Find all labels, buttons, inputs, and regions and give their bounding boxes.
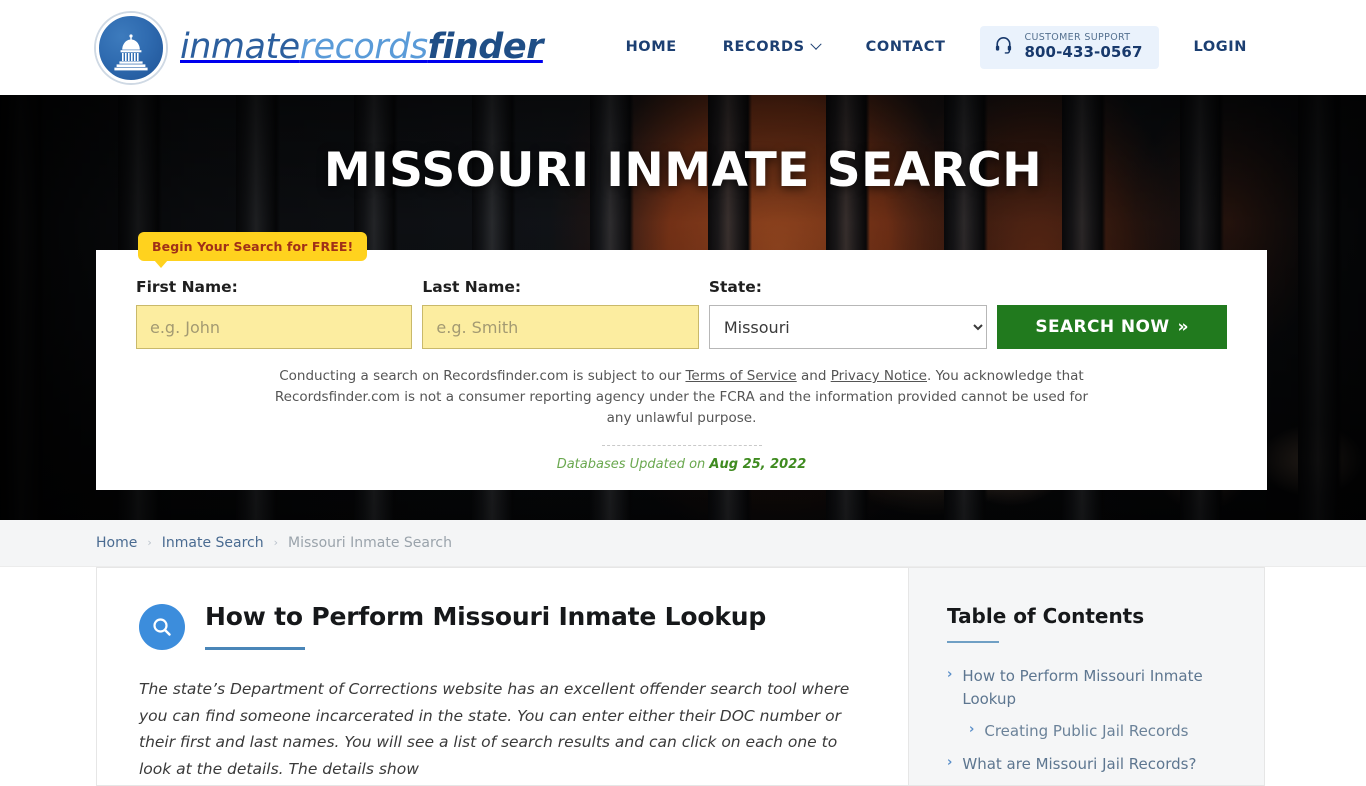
toc-link-how-to-perform-missouri-inmate-lookup[interactable]: How to Perform Missouri Inmate Lookup — [962, 665, 1234, 710]
capitol-dome-icon — [96, 12, 166, 83]
search-form-card: Begin Your Search for FREE! First Name: … — [96, 232, 1267, 490]
search-disclaimer: Conducting a search on Recordsfinder.com… — [272, 366, 1092, 429]
logo-part-inmate: inmate — [180, 27, 300, 67]
main-navigation: HOME RECORDS CONTACT CUSTOMER SUPPORT 80… — [603, 26, 1270, 69]
search-now-button[interactable]: SEARCH NOW » — [997, 305, 1227, 349]
toc-link-what-are-missouri-jail-records[interactable]: What are Missouri Jail Records? — [962, 753, 1196, 776]
article-header: How to Perform Missouri Inmate Lookup — [139, 602, 870, 650]
free-search-badge: Begin Your Search for FREE! — [138, 232, 368, 268]
content-area: How to Perform Missouri Inmate Lookup Th… — [0, 567, 1366, 786]
first-name-input[interactable] — [136, 305, 413, 349]
title-underline — [205, 647, 305, 650]
double-chevron-right-icon: » — [1177, 317, 1189, 337]
state-field-group: State: Missouri — [708, 278, 988, 349]
article-title-block: How to Perform Missouri Inmate Lookup — [205, 602, 766, 650]
toc-item[interactable]: › How to Perform Missouri Inmate Lookup — [947, 665, 1234, 710]
disclaimer-text-mid: and — [796, 368, 831, 384]
divider — [601, 444, 762, 446]
breadcrumb-item-current: Missouri Inmate Search — [288, 535, 452, 551]
nav-item-records[interactable]: RECORDS — [700, 38, 843, 56]
table-of-contents-title: Table of Contents — [947, 604, 1145, 628]
site-header: inmaterecordsfinder HOME RECORDS CONTACT… — [0, 0, 1366, 95]
first-name-label: First Name: — [136, 278, 238, 296]
logo-link[interactable]: inmaterecordsfinder — [96, 12, 543, 83]
logo-wordmark: inmaterecordsfinder — [180, 30, 543, 65]
updated-prefix: Databases Updated on — [556, 456, 706, 472]
breadcrumb-separator-icon: › — [273, 535, 279, 549]
chevron-right-icon: › — [947, 754, 953, 770]
last-name-label: Last Name: — [422, 278, 522, 296]
terms-of-service-link[interactable]: Terms of Service — [685, 368, 796, 384]
toc-item[interactable]: › What are Missouri Jail Records? — [947, 753, 1234, 776]
breadcrumb-item-inmate-search[interactable]: Inmate Search — [162, 535, 264, 551]
chevron-right-icon: › — [969, 722, 975, 737]
nav-label-home: HOME — [625, 39, 677, 56]
state-label: State: — [708, 278, 762, 296]
headset-icon — [994, 35, 1013, 58]
state-select[interactable]: Missouri — [708, 305, 988, 349]
toc-underline — [947, 641, 999, 643]
toc-link-creating-public-jail-records[interactable]: Creating Public Jail Records — [984, 720, 1188, 743]
hero-section: MISSOURI INMATE SEARCH Begin Your Search… — [0, 95, 1366, 520]
support-phone: 800-433-0567 — [1024, 42, 1143, 61]
databases-updated-status: Databases Updated on Aug 25, 2022 — [136, 457, 1227, 472]
article-title: How to Perform Missouri Inmate Lookup — [205, 602, 767, 631]
page-title: MISSOURI INMATE SEARCH — [323, 143, 1043, 198]
customer-support-badge[interactable]: CUSTOMER SUPPORT 800-433-0567 — [980, 26, 1159, 69]
article-paragraph: The state’s Department of Corrections we… — [139, 680, 850, 778]
nav-item-home[interactable]: HOME — [603, 39, 700, 55]
nav-label-contact: CONTACT — [865, 39, 946, 56]
sidebar: Table of Contents › How to Perform Misso… — [909, 567, 1265, 786]
search-button-label: SEARCH NOW — [1035, 317, 1170, 337]
disclaimer-text-before: Conducting a search on Recordsfinder.com… — [279, 368, 686, 384]
chevron-right-icon: › — [947, 667, 953, 682]
nav-label-records: RECORDS — [722, 39, 805, 56]
search-icon — [139, 604, 185, 650]
table-of-contents-list: › How to Perform Missouri Inmate Lookup … — [947, 665, 1234, 775]
article-card: How to Perform Missouri Inmate Lookup Th… — [96, 567, 909, 786]
logo-part-finder: finder — [427, 27, 544, 67]
breadcrumb: Home › Inmate Search › Missouri Inmate S… — [0, 520, 1366, 567]
last-name-field-group: Last Name: — [422, 278, 699, 349]
toc-item[interactable]: › Creating Public Jail Records — [947, 720, 1234, 743]
breadcrumb-separator-icon: › — [147, 535, 152, 549]
chevron-down-icon — [809, 38, 822, 51]
last-name-input[interactable] — [422, 305, 699, 349]
nav-label-login: LOGIN — [1193, 39, 1247, 56]
breadcrumb-item-home[interactable]: Home — [96, 535, 137, 551]
updated-date: Aug 25, 2022 — [709, 456, 807, 472]
logo-part-records: records — [299, 27, 428, 67]
nav-item-contact[interactable]: CONTACT — [843, 39, 969, 55]
search-form-row: First Name: Last Name: State: Missouri S… — [136, 278, 1227, 349]
nav-item-login[interactable]: LOGIN — [1171, 39, 1270, 55]
privacy-notice-link[interactable]: Privacy Notice — [831, 368, 927, 384]
first-name-field-group: First Name: — [136, 278, 413, 349]
